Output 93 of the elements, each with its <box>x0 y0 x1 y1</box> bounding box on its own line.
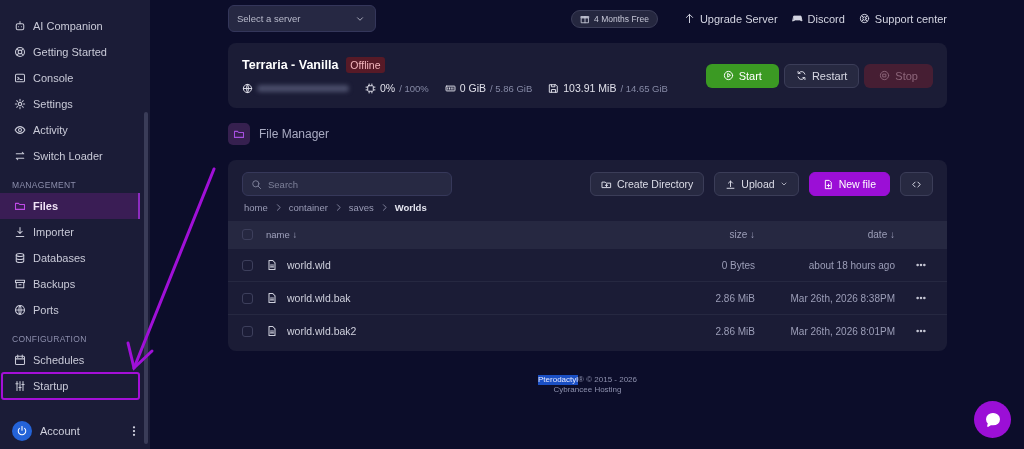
upload-button[interactable]: Upload <box>714 172 799 196</box>
nav-item[interactable]: Activity <box>0 117 140 143</box>
cpu-icon <box>365 82 376 94</box>
nav-item[interactable]: Startup <box>2 373 139 399</box>
eye-icon <box>14 124 26 136</box>
database-icon <box>14 252 26 264</box>
globe-icon <box>14 304 26 316</box>
search-field[interactable]: Search <box>242 172 452 196</box>
file-icon <box>266 325 278 337</box>
new-file-button[interactable]: New file <box>808 172 890 196</box>
header-link[interactable]: Support center <box>858 12 947 25</box>
chat-button[interactable] <box>974 401 1011 438</box>
lifebuoy-icon <box>858 13 870 24</box>
status-badge: Offline <box>346 57 385 73</box>
file-icon <box>266 259 278 271</box>
file-date: Mar 26th, 2026 8:38PM <box>789 292 895 304</box>
disk-usage: 103.91 MiB <box>563 82 617 94</box>
section-heading: MANAGEMENT <box>11 179 77 190</box>
nav-item[interactable]: Backups <box>0 271 140 297</box>
disk-usage-limit: / 14.65 GiB <box>620 82 668 94</box>
nav-item[interactable]: Files <box>0 193 140 219</box>
chevron-down-icon <box>779 180 788 188</box>
robot-icon <box>14 20 26 32</box>
column-header[interactable]: date ↓ <box>755 229 895 240</box>
stop-icon <box>879 70 891 81</box>
server-select[interactable]: Select a server <box>228 5 376 32</box>
server-name: Terraria - Vanilla <box>242 58 339 72</box>
folder-plus-icon <box>600 178 612 190</box>
file-date: Mar 26th, 2026 8:01PM <box>789 325 895 337</box>
cpu-usage-limit: / 100% <box>399 82 429 94</box>
sliders-icon <box>14 380 26 392</box>
checkbox[interactable] <box>242 259 253 271</box>
disk-icon <box>548 82 560 94</box>
section-title: File Manager <box>259 127 330 141</box>
section-heading: CONFIGURATION <box>11 333 88 344</box>
breadcrumb-link[interactable]: home <box>244 202 268 213</box>
start-button[interactable]: Start <box>705 63 779 88</box>
file-icon <box>266 292 278 304</box>
breadcrumb-link[interactable]: Worlds <box>394 202 427 213</box>
download-icon <box>14 226 26 238</box>
file-plus-icon <box>822 178 834 190</box>
search-placeholder: Search <box>268 178 299 190</box>
cpu-usage: 0% <box>380 82 396 94</box>
header-link[interactable]: Discord <box>791 12 845 25</box>
arrow-up-icon <box>683 13 695 24</box>
breadcrumb-link[interactable]: saves <box>348 202 374 213</box>
select-placeholder: Select a server <box>237 13 301 24</box>
checkbox[interactable] <box>242 229 253 240</box>
nav-item[interactable]: AI Companion <box>0 13 140 39</box>
column-header[interactable]: size ↓ <box>655 229 755 240</box>
swap-icon <box>14 150 26 162</box>
nav-item[interactable]: Getting Started <box>0 39 140 65</box>
checkbox[interactable] <box>242 325 253 337</box>
file-size: 2.86 MiB <box>714 325 755 337</box>
nav-item[interactable]: Switch Loader <box>0 143 140 169</box>
nav-item[interactable]: Ports <box>0 297 140 323</box>
nav-item[interactable]: Schedules <box>0 347 140 373</box>
calendar-icon <box>14 354 26 366</box>
header-link[interactable]: Upgrade Server <box>683 12 778 25</box>
nav-item[interactable]: Importer <box>0 219 140 245</box>
nav-item[interactable]: Settings <box>0 91 140 117</box>
upload-icon <box>725 178 737 190</box>
refresh-icon <box>795 70 807 81</box>
restart-button[interactable]: Restart <box>783 63 860 88</box>
memory-usage-limit: / 5.86 GiB <box>490 82 533 94</box>
column-header[interactable]: name ↓ <box>266 229 655 240</box>
file-size: 0 Bytes <box>720 259 755 271</box>
promo-badge[interactable]: 4 Months Free <box>571 9 658 28</box>
archive-icon <box>14 278 26 290</box>
settings-icon <box>14 98 26 110</box>
folder-icon <box>14 200 26 212</box>
file-name[interactable]: world.wld <box>287 259 331 271</box>
nav-item[interactable]: Databases <box>0 245 140 271</box>
nav-item[interactable]: Console <box>0 65 140 91</box>
copyright-text: ® © 2015 - 2026 <box>578 375 637 385</box>
breadcrumb-link[interactable]: container <box>288 202 328 213</box>
file-date: about 18 hours ago <box>807 259 895 271</box>
file-name[interactable]: world.wld.bak <box>287 292 351 304</box>
search-icon <box>251 178 262 190</box>
memory-usage: 0 GiB <box>459 82 487 94</box>
globe-icon <box>242 82 253 94</box>
play-icon <box>722 70 734 81</box>
chat-bubble-icon <box>983 410 1002 429</box>
account-link[interactable]: Account <box>40 425 120 437</box>
file-name[interactable]: world.wld.bak2 <box>287 325 357 337</box>
company-name: Cybrancee Hosting <box>553 385 622 395</box>
lifebuoy-icon <box>14 46 26 58</box>
checkbox[interactable] <box>242 292 253 304</box>
memory-icon <box>444 82 456 94</box>
folder-icon <box>233 128 245 140</box>
terminal-icon <box>14 72 26 84</box>
create-directory-button[interactable]: Create Directory <box>589 172 705 196</box>
file-size: 2.86 MiB <box>714 292 755 304</box>
